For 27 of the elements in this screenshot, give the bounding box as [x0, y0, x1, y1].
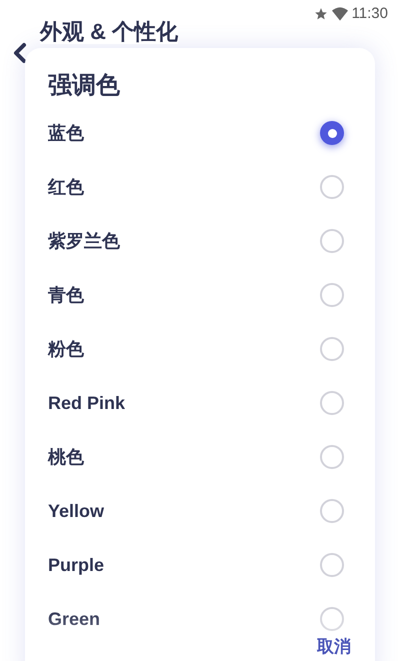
option-label: Yellow	[48, 500, 104, 522]
option-label: 青色	[48, 284, 84, 306]
page-title: 外观 & 个性化	[40, 20, 178, 44]
radio-button[interactable]	[320, 283, 344, 307]
star-icon	[314, 7, 328, 21]
radio-button[interactable]	[320, 553, 344, 577]
radio-button[interactable]	[320, 121, 344, 145]
option-label: Red Pink	[48, 392, 126, 414]
status-time: 11:30	[352, 4, 388, 24]
option-label: 蓝色	[48, 122, 84, 144]
radio-button[interactable]	[320, 229, 344, 253]
radio-button[interactable]	[320, 175, 344, 199]
radio-button[interactable]	[320, 499, 344, 523]
radio-button[interactable]	[320, 445, 344, 469]
option-label: 红色	[48, 176, 84, 198]
back-icon	[12, 42, 28, 64]
radio-button[interactable]	[320, 607, 344, 631]
option-label: 紫罗兰色	[48, 230, 120, 252]
option-label: Green	[48, 608, 100, 630]
option-label: 桃色	[48, 446, 84, 468]
radio-button[interactable]	[320, 337, 344, 361]
dialog-title: 强调色	[48, 71, 120, 101]
cancel-button[interactable]: 取消	[313, 636, 355, 658]
radio-button[interactable]	[320, 391, 344, 415]
option-label: Purple	[48, 554, 104, 577]
option-label: 粉色	[48, 338, 84, 360]
wifi-icon	[332, 7, 348, 21]
